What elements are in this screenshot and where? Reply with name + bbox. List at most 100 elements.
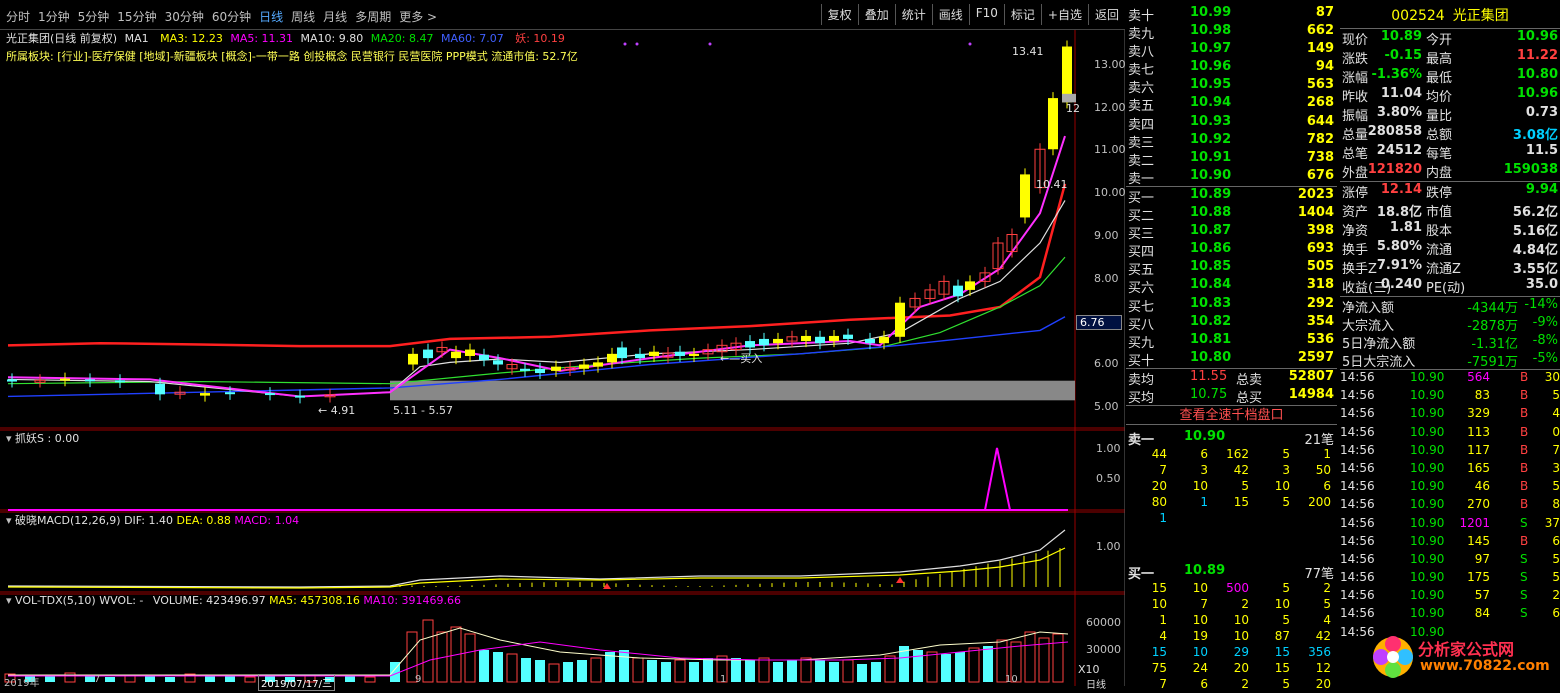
kline-chart[interactable]	[0, 30, 1125, 686]
orderbook-row[interactable]: 买二 10.88 1404	[1126, 205, 1337, 224]
stat-cell: 换手Z	[1342, 262, 1377, 277]
candle-body	[815, 336, 825, 344]
candle-body	[115, 380, 125, 383]
stat-cell: 1.81	[1389, 220, 1422, 235]
candle-body	[479, 354, 489, 361]
queue-cell: 5	[1282, 677, 1290, 692]
orderbook-row[interactable]: 买九 10.81 536	[1126, 332, 1337, 351]
tick-cell: 3	[1552, 460, 1560, 475]
period-tab-1[interactable]: 1分钟	[38, 8, 70, 25]
tick-cell: B	[1520, 388, 1529, 403]
candle-body	[675, 351, 685, 356]
level-label: 卖六	[1128, 81, 1155, 97]
candle-body	[1020, 174, 1030, 218]
tick-cell: 10.90	[1410, 588, 1445, 603]
view-all-depth-link[interactable]: 查看全速千档盘口	[1126, 405, 1337, 426]
flow-cell: 5日大宗流入	[1342, 355, 1416, 370]
flower-icon	[1373, 636, 1413, 678]
queue-cell: 80	[1151, 495, 1167, 510]
time-axis-4: 1	[720, 674, 727, 685]
tick-cell: S	[1520, 588, 1528, 603]
candle-body	[535, 368, 545, 374]
period-tab-10[interactable]: 更多 >	[399, 8, 437, 25]
stat-row: 现价 10.89 今开 10.96	[1340, 29, 1560, 48]
level-label: 买十	[1128, 353, 1155, 369]
orderbook-row[interactable]: 买五 10.85 505	[1126, 259, 1337, 278]
zhuayao-signal	[984, 447, 1011, 511]
orderbook-row[interactable]: 买三 10.87 398	[1126, 223, 1337, 242]
level-volume: 94	[1315, 59, 1334, 75]
tick-cell: 165	[1467, 460, 1490, 475]
action-button-5[interactable]: 标记	[1003, 4, 1041, 25]
action-button-4[interactable]: F10	[968, 4, 1004, 25]
level-label: 卖十	[1128, 9, 1155, 24]
vol-title: ▾ VOL-TDX(5,10) WVOL: - VOLUME: 423496.9…	[6, 594, 462, 607]
tick-cell: 8	[1552, 497, 1560, 512]
action-button-7[interactable]: 返回	[1087, 4, 1125, 25]
stat-cell: 3.08亿	[1512, 128, 1558, 143]
period-tab-8[interactable]: 月线	[323, 8, 347, 25]
action-button-2[interactable]: 统计	[894, 4, 932, 25]
candle-body	[617, 347, 627, 359]
orderbook-row[interactable]: 卖九 10.98 662	[1126, 23, 1337, 42]
period-tab-9[interactable]: 多周期	[355, 8, 391, 25]
candle-body	[745, 341, 755, 348]
vol-name: VOL-TDX(5,10)	[15, 594, 96, 607]
period-tab-4[interactable]: 30分钟	[165, 8, 204, 25]
period-tab-2[interactable]: 5分钟	[78, 8, 110, 25]
queue-cell: 1	[1159, 511, 1167, 526]
queue-row: 80 1 15 5 200	[1126, 495, 1337, 511]
orderbook-row[interactable]: 卖五 10.94 268	[1126, 95, 1337, 114]
queue-cell: 5	[1282, 447, 1290, 462]
period-tab-6[interactable]: 日线	[259, 8, 283, 25]
tick-row: 14:56 10.90 175 S 5	[1340, 570, 1560, 588]
orderbook-row[interactable]: 卖四 10.93 644	[1126, 114, 1337, 133]
period-tab-5[interactable]: 60分钟	[212, 8, 251, 25]
period-tab-0[interactable]: 分时	[6, 8, 30, 25]
level-label: 卖八	[1128, 45, 1155, 61]
action-button-1[interactable]: 叠加	[857, 4, 895, 25]
orderbook-row[interactable]: 买八 10.82 354	[1126, 314, 1337, 333]
stock-summary: 002524 光正集团 现价 10.89 今开 10.96 涨跌 -0.15 最高 11.22 涨幅…	[1340, 5, 1560, 643]
orderbook-row[interactable]: 卖七 10.96 94	[1126, 59, 1337, 78]
queue-row: 4 19 10 87 42	[1126, 629, 1337, 645]
tick-cell: 14:56	[1340, 570, 1375, 585]
level-label: 卖三	[1128, 135, 1155, 151]
orderbook-row[interactable]: 卖十 10.99 87	[1126, 5, 1337, 24]
period-tab-7[interactable]: 周线	[291, 8, 315, 25]
stat-cell: 159038	[1503, 162, 1558, 177]
tick-cell: 117	[1467, 442, 1490, 457]
action-button-6[interactable]: +自选	[1040, 4, 1088, 25]
tick-cell: 14:56	[1340, 497, 1375, 512]
current-price-tag: 6.76	[1076, 315, 1122, 330]
level-volume: 87	[1315, 5, 1334, 20]
orderbook-row[interactable]: 卖六 10.95 563	[1126, 77, 1337, 97]
tick-cell: 5	[1552, 570, 1560, 585]
stat-cell: 9.94	[1525, 182, 1558, 197]
flow-cell: 净流入额	[1342, 301, 1395, 316]
orderbook-row[interactable]: 买十 10.80 2597	[1126, 350, 1337, 369]
candle-body	[60, 378, 70, 381]
macd-dea: DEA: 0.88	[176, 514, 231, 527]
tick-cell: 37	[1544, 515, 1560, 530]
tick-cell: 145	[1467, 533, 1490, 548]
orderbook-row[interactable]: 买六 10.84 318	[1126, 277, 1337, 296]
period-tab-3[interactable]: 15分钟	[117, 8, 156, 25]
level-price: 10.95	[1190, 77, 1232, 93]
candle-body	[7, 379, 17, 382]
orderbook-row[interactable]: 卖三 10.92 782	[1126, 132, 1337, 151]
period-tabs: 分时 1分钟 5分钟 15分钟 30分钟 60分钟 日线 周线 月线 多周期 更多 >	[6, 8, 437, 25]
orderbook-row[interactable]: 买四 10.86 693	[1126, 241, 1337, 260]
orderbook-row[interactable]: 卖一 10.90 676	[1126, 168, 1337, 187]
avg-cell: 买均	[1128, 390, 1155, 406]
queue-cell: 200	[1308, 495, 1331, 510]
stat-cell: 10.80	[1516, 67, 1558, 82]
queue-cell: 29	[1233, 645, 1249, 660]
orderbook-row[interactable]: 卖二 10.91 738	[1126, 150, 1337, 169]
orderbook-row[interactable]: 买一 10.89 2023	[1126, 187, 1337, 206]
orderbook-row[interactable]: 买七 10.83 292	[1126, 296, 1337, 315]
orderbook-row[interactable]: 卖八 10.97 149	[1126, 41, 1337, 61]
action-button-0[interactable]: 复权	[820, 4, 858, 25]
action-button-3[interactable]: 画线	[931, 4, 969, 25]
stat-cell: 涨跌	[1342, 52, 1369, 67]
